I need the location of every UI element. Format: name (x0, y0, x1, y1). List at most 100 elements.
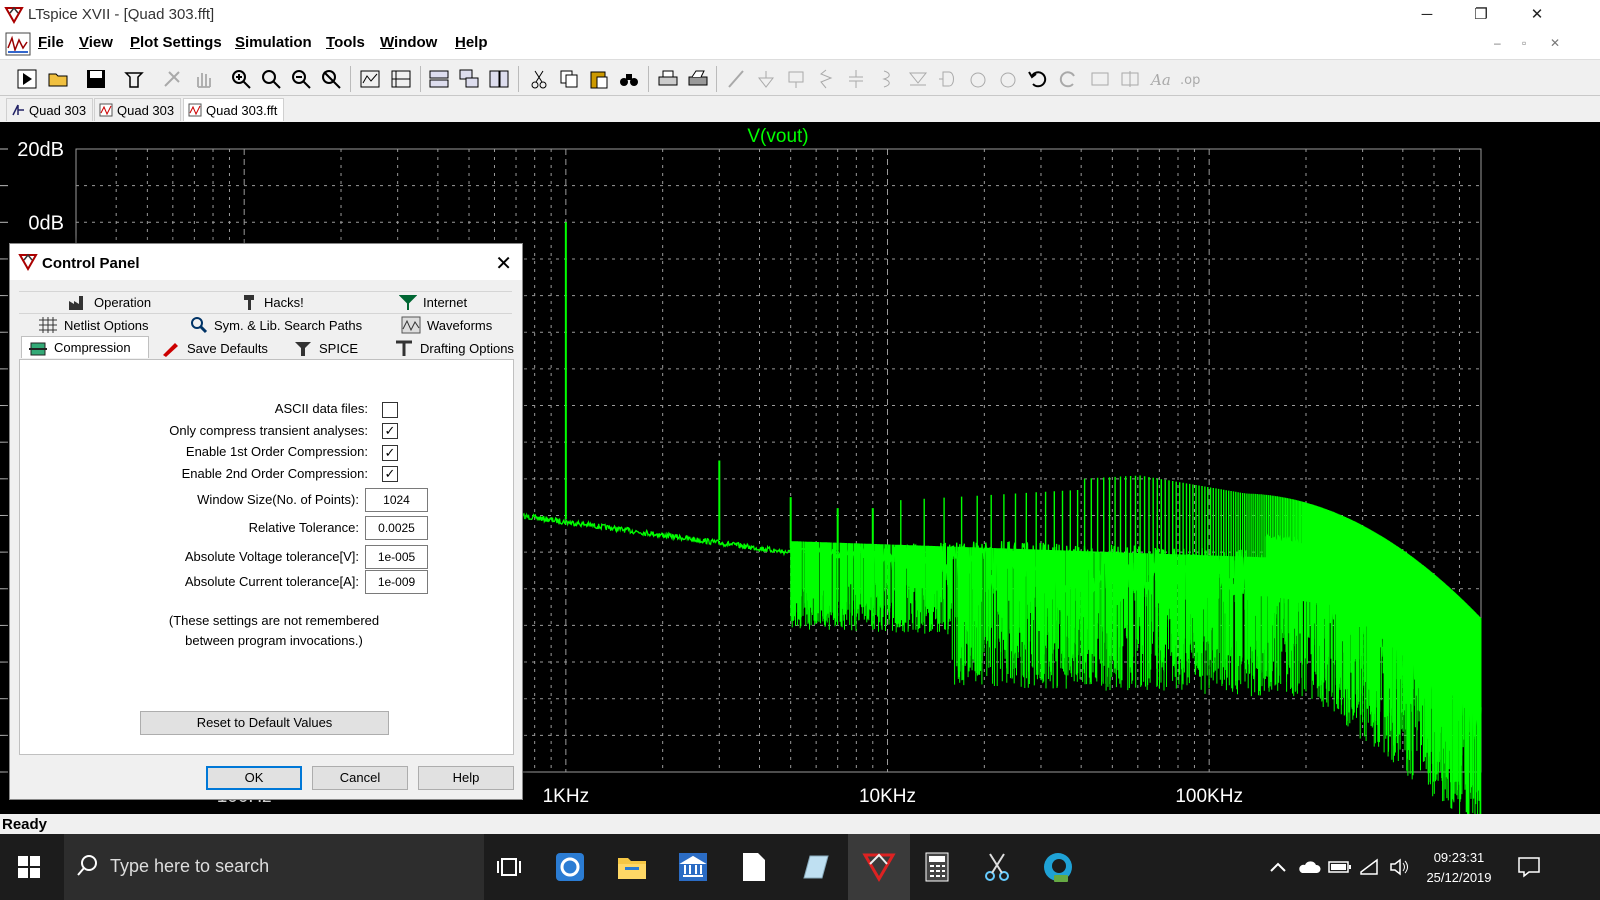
cut-icon[interactable] (526, 66, 552, 92)
battery-icon[interactable] (1325, 848, 1355, 886)
find-icon[interactable] (616, 66, 642, 92)
menu-tools[interactable]: Tools (326, 34, 365, 51)
menu-view[interactable]: View (79, 34, 113, 51)
onedrive-cloud-icon[interactable] (1294, 848, 1324, 886)
zoom-fit-icon[interactable] (258, 66, 284, 92)
zoom-in-icon[interactable] (228, 66, 254, 92)
show-hidden-icons-chevron-icon[interactable] (1263, 848, 1293, 886)
tab-waveforms[interactable]: Waveforms (395, 314, 492, 336)
tab-spice[interactable]: SPICE (287, 337, 358, 359)
text-icon[interactable]: Aa (1147, 66, 1173, 92)
tab-netlist-options[interactable]: Netlist Options (32, 314, 149, 336)
reset-defaults-button[interactable]: Reset to Default Values (140, 711, 389, 735)
menu-bar: File View Plot Settings Simulation Tools… (0, 30, 1600, 58)
inductor-icon[interactable] (873, 66, 899, 92)
mdi-close-button[interactable]: ✕ (1550, 36, 1560, 50)
capacitor-icon[interactable] (843, 66, 869, 92)
document-app-icon[interactable] (735, 848, 773, 886)
drag-hand-icon[interactable] (995, 66, 1021, 92)
abs-current-tolerance-field[interactable]: 1e-009 (365, 570, 428, 594)
task-view-icon[interactable] (490, 848, 528, 886)
diode-icon[interactable] (905, 66, 931, 92)
volume-icon[interactable] (1385, 848, 1415, 886)
notes-app-icon[interactable] (796, 848, 834, 886)
doc-tab-fft[interactable]: Quad 303.fft (183, 98, 285, 121)
tile-vertical-icon[interactable] (486, 66, 512, 92)
autorange-icon[interactable] (357, 66, 383, 92)
halt-icon[interactable] (159, 66, 185, 92)
zoom-cancel-icon[interactable] (318, 66, 344, 92)
wifi-icon[interactable] (1355, 848, 1385, 886)
print-icon[interactable] (655, 66, 681, 92)
label-net-icon[interactable] (783, 66, 809, 92)
resistor-icon[interactable] (813, 66, 839, 92)
tab-compression[interactable]: Compression (21, 336, 149, 358)
menu-simulation[interactable]: Simulation (235, 34, 312, 51)
menu-file[interactable]: File (38, 34, 64, 51)
x-tick-label: 10KHz (859, 786, 916, 807)
spice-directive-icon[interactable]: .op (1177, 66, 1203, 92)
cascade-icon[interactable] (456, 66, 482, 92)
mirror-icon[interactable] (1117, 66, 1143, 92)
doc-tab-waveform[interactable]: Quad 303 (94, 98, 182, 121)
menu-help[interactable]: Help (455, 34, 488, 51)
tab-drafting-options[interactable]: Drafting Options (388, 337, 514, 359)
system-clock[interactable]: 09:23:31 25/12/2019 (1418, 848, 1500, 888)
ascii-label: ASCII data files: (274, 401, 368, 416)
control-panel-icon[interactable] (121, 66, 147, 92)
cancel-button[interactable]: Cancel (312, 766, 408, 790)
undo-icon[interactable] (1025, 66, 1051, 92)
redo-icon[interactable] (1055, 66, 1081, 92)
file-explorer-icon[interactable] (613, 848, 651, 886)
only-compress-checkbox[interactable]: ✓ (382, 423, 398, 439)
open-folder-icon[interactable] (45, 66, 71, 92)
window-title: LTspice XVII - [Quad 303.fft] (28, 6, 215, 23)
help-button[interactable]: Help (418, 766, 514, 790)
bank-app-icon[interactable] (674, 848, 712, 886)
tab-hacks[interactable]: Hacks! (236, 291, 304, 313)
mdi-restore-button[interactable]: ▫ (1522, 36, 1526, 50)
tab-search-paths[interactable]: Sym. & Lib. Search Paths (184, 314, 362, 336)
ground-icon[interactable] (753, 66, 779, 92)
menu-window[interactable]: Window (380, 34, 437, 51)
copy-icon[interactable] (556, 66, 582, 92)
manual-limits-icon[interactable] (388, 66, 414, 92)
ok-button[interactable]: OK (206, 766, 302, 790)
run-icon[interactable] (14, 66, 40, 92)
snipping-tool-icon[interactable] (978, 848, 1016, 886)
tab-save-defaults[interactable]: Save Defaults (155, 337, 268, 359)
tab-internet[interactable]: Internet (393, 291, 467, 313)
taskbar-search-box[interactable]: Type here to search (64, 834, 484, 900)
ltspice-taskbar-icon[interactable] (848, 834, 910, 900)
save-icon[interactable] (83, 66, 109, 92)
windows-start-icon[interactable] (10, 848, 48, 886)
component-icon[interactable] (935, 66, 961, 92)
sync-app-icon[interactable] (551, 848, 589, 886)
edge-dev-icon[interactable] (1039, 848, 1077, 886)
mdi-minimize-button[interactable]: – (1494, 36, 1501, 50)
abs-voltage-tolerance-field[interactable]: 1e-005 (365, 545, 428, 569)
tile-horizontal-icon[interactable] (426, 66, 452, 92)
calculator-icon[interactable] (918, 848, 956, 886)
move-hand-icon[interactable] (965, 66, 991, 92)
second-order-checkbox[interactable]: ✓ (382, 466, 398, 482)
draw-wire-icon[interactable] (723, 66, 749, 92)
print-preview-icon[interactable] (685, 66, 711, 92)
first-order-checkbox[interactable]: ✓ (382, 445, 398, 461)
paste-icon[interactable] (586, 66, 612, 92)
close-window-button[interactable]: ✕ (1508, 0, 1566, 30)
notifications-icon[interactable] (1510, 848, 1548, 886)
waveform-doc-icon[interactable] (5, 32, 31, 56)
dialog-close-icon[interactable]: ✕ (495, 251, 512, 276)
window-size-field[interactable]: 1024 (365, 488, 428, 512)
rotate-icon[interactable] (1087, 66, 1113, 92)
menu-plot-settings[interactable]: Plot Settings (130, 34, 222, 51)
relative-tolerance-field[interactable]: 0.0025 (365, 516, 428, 540)
minimize-button[interactable]: ─ (1398, 0, 1456, 30)
zoom-out-icon[interactable] (288, 66, 314, 92)
pan-hand-icon[interactable] (190, 66, 216, 92)
ascii-checkbox[interactable] (382, 402, 398, 418)
tab-operation[interactable]: Operation (62, 291, 151, 313)
maximize-button[interactable]: ❐ (1452, 0, 1510, 30)
doc-tab-schematic[interactable]: Quad 303 (6, 98, 94, 121)
